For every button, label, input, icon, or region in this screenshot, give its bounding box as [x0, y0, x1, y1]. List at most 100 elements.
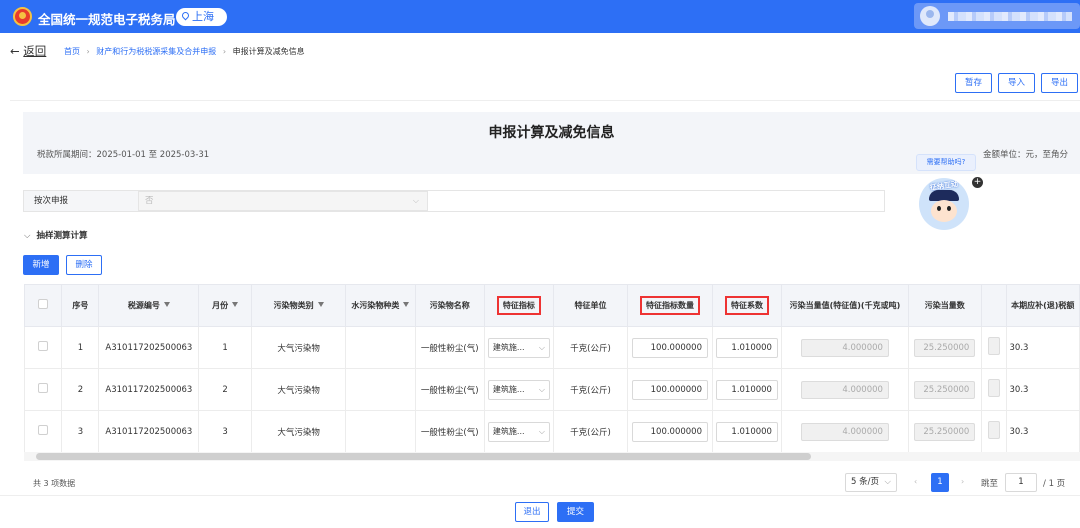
cell-hidden-stub: [980, 326, 1007, 369]
col-water-type-label: 水污染物种类: [351, 301, 400, 310]
row-checkbox[interactable]: [38, 341, 49, 351]
indicator-value: 建筑施...: [492, 384, 525, 394]
section-header[interactable]: ⌵ 抽样测算计算: [24, 229, 87, 241]
footer-bar: 退出 提交: [0, 495, 1080, 528]
cell-month: 3: [198, 410, 252, 453]
back-label: 返回: [23, 44, 47, 58]
quantity-input[interactable]: 100.000000: [632, 379, 708, 400]
cell-indicator: 建筑施... ⌵: [483, 326, 554, 369]
breadcrumb-parent[interactable]: 财产和行为税税源采集及合并申报: [96, 47, 216, 56]
coefficient-input[interactable]: 1.010000: [715, 421, 778, 442]
cell-equivalent-value: 4.000000: [780, 368, 909, 411]
cell-pollutant: 一般性粉尘(气): [414, 410, 485, 453]
chevron-down-icon: ⌵: [538, 426, 545, 436]
assistant-expand-icon[interactable]: +: [972, 177, 983, 188]
equivalent-value-field: 4.000000: [800, 422, 889, 441]
coefficient-input[interactable]: 1.010000: [715, 337, 778, 358]
cell-source-id: A310117202500063: [98, 326, 200, 369]
horizontal-scrollbar[interactable]: [24, 452, 1080, 461]
quantity-input[interactable]: 100.000000: [632, 337, 708, 358]
col-pollutant: 污染物名称: [414, 284, 485, 327]
select-all-checkbox[interactable]: [38, 299, 49, 309]
col-category[interactable]: 污染物类别: [250, 284, 347, 327]
hidden-field: [987, 421, 1000, 439]
top-bar: 全国统一规范电子税务局 上海: [0, 0, 1080, 33]
scrollbar-thumb[interactable]: [36, 453, 811, 460]
row-select-cell: [23, 410, 63, 453]
cell-hidden-stub: [980, 410, 1007, 453]
cell-pollutant: 一般性粉尘(气): [414, 368, 485, 411]
cell-unit: 千克(公斤): [552, 326, 629, 369]
cell-indicator: 建筑施... ⌵: [483, 410, 554, 453]
delete-button[interactable]: 删除: [66, 255, 102, 275]
cell-equivalent-value: 4.000000: [780, 410, 909, 453]
breadcrumb: 首页 › 财产和行为税税源采集及合并申报 › 申报计算及减免信息: [64, 46, 305, 57]
highlight-box: 特征系数: [724, 296, 769, 315]
tax-period: 税款所属期间：2025-01-01 至 2025-03-31: [37, 150, 210, 160]
cell-source-id: A310117202500063: [98, 410, 200, 453]
col-category-label: 污染物类别: [273, 301, 314, 310]
equivalent-count-field: 25.250000: [914, 380, 976, 399]
assistant-mascot-icon[interactable]: 征纳互动: [919, 178, 969, 230]
page-number-current[interactable]: 1: [931, 473, 949, 492]
cell-month: 2: [198, 368, 252, 411]
cell-quantity: 100.000000: [627, 326, 713, 369]
cell-quantity: 100.000000: [627, 410, 713, 453]
cell-index: 3: [61, 410, 100, 453]
breadcrumb-separator: ›: [86, 47, 90, 56]
cell-index: 2: [61, 368, 100, 411]
region-selector[interactable]: 上海: [176, 8, 227, 26]
equivalent-value-field: 4.000000: [800, 380, 889, 399]
indicator-select[interactable]: 建筑施... ⌵: [487, 379, 550, 400]
export-button[interactable]: 导出: [1041, 73, 1078, 93]
filter-icon[interactable]: [232, 302, 239, 307]
row-checkbox[interactable]: [38, 383, 49, 393]
col-month-label: 月份: [212, 301, 229, 310]
filter-icon[interactable]: [403, 302, 410, 307]
col-water-type[interactable]: 水污染物种类: [345, 284, 416, 327]
hidden-field: [987, 337, 1000, 355]
table-row: 2 A310117202500063 2 大气污染物 一般性粉尘(气) 建筑施.…: [23, 368, 1080, 411]
back-button[interactable]: ← 返回: [10, 43, 46, 59]
indicator-select[interactable]: 建筑施... ⌵: [487, 421, 550, 442]
cell-tax: 30.3: [1005, 368, 1080, 411]
per-filing-select[interactable]: 否 ⌵: [138, 191, 428, 211]
highlight-box: 特征指标: [496, 296, 541, 315]
filter-icon[interactable]: [163, 302, 170, 307]
cell-source-id: A310117202500063: [98, 368, 200, 411]
next-page-icon[interactable]: ›: [961, 477, 964, 486]
breadcrumb-separator: ›: [222, 47, 227, 56]
save-draft-button[interactable]: 暂存: [955, 73, 992, 93]
jump-input[interactable]: 1: [1005, 473, 1037, 492]
col-source-id[interactable]: 税源编号: [98, 284, 200, 327]
exit-button[interactable]: 退出: [515, 502, 549, 522]
submit-button[interactable]: 提交: [557, 502, 594, 522]
add-button[interactable]: 新增: [23, 255, 59, 275]
col-source-id-label: 税源编号: [127, 301, 160, 310]
equivalent-count-field: 25.250000: [914, 338, 976, 357]
filter-icon[interactable]: [317, 302, 324, 307]
cell-unit: 千克(公斤): [552, 410, 629, 453]
cell-water-type: [345, 326, 416, 369]
col-indicator: 特征指标: [483, 284, 554, 327]
total-count: 共 3 项数据: [33, 479, 76, 488]
quantity-input[interactable]: 100.000000: [632, 421, 708, 442]
per-filing-value: 否: [145, 196, 154, 206]
user-menu[interactable]: [914, 3, 1080, 29]
equivalent-value-field: 4.000000: [800, 338, 889, 357]
col-quantity: 特征指标数量: [627, 284, 713, 327]
row-checkbox[interactable]: [38, 425, 49, 435]
prev-page-icon[interactable]: ‹: [914, 477, 917, 486]
indicator-select[interactable]: 建筑施... ⌵: [487, 337, 550, 358]
mascot-eye: [937, 206, 941, 211]
page-size-select[interactable]: 5 条/页 ⌵: [845, 473, 897, 492]
cell-equivalent-value: 4.000000: [780, 326, 909, 369]
cell-tax: 30.3: [1005, 326, 1080, 369]
import-button[interactable]: 导入: [998, 73, 1035, 93]
breadcrumb-home[interactable]: 首页: [64, 47, 80, 56]
coefficient-input[interactable]: 1.010000: [715, 379, 778, 400]
tax-emblem-icon: [13, 7, 32, 26]
help-bubble[interactable]: 需要帮助吗?: [916, 154, 976, 171]
col-month[interactable]: 月份: [198, 284, 252, 327]
chevron-down-icon: ⌵: [24, 231, 31, 241]
